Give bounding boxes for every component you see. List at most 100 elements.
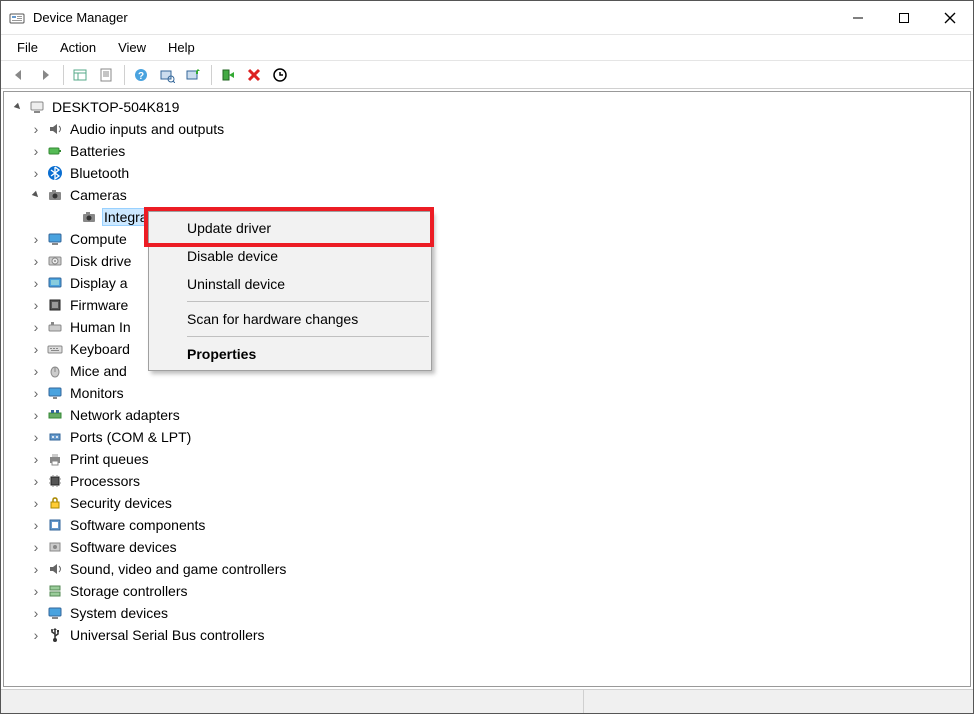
tree-category-sound[interactable]: Sound, video and game controllers: [4, 558, 970, 580]
expander-icon[interactable]: [28, 364, 44, 379]
context-menu: Update driver Disable device Uninstall d…: [148, 211, 432, 371]
expander-icon[interactable]: [28, 408, 44, 423]
toolbar-separator: [63, 65, 64, 85]
expander-icon[interactable]: [28, 166, 44, 181]
tree-node-label: Display a: [68, 274, 130, 292]
toolbar-separator: [124, 65, 125, 85]
sound-icon: [46, 560, 64, 578]
expander-icon[interactable]: [10, 102, 26, 112]
tree-category-software-components[interactable]: Software components: [4, 514, 970, 536]
menu-view[interactable]: View: [108, 37, 156, 58]
expander-icon[interactable]: [28, 320, 44, 335]
expander-icon[interactable]: [28, 518, 44, 533]
scan-hardware-button[interactable]: [155, 63, 179, 87]
tree-category-monitors[interactable]: Monitors: [4, 382, 970, 404]
sw-device-icon: [46, 538, 64, 556]
camera-icon: [46, 186, 64, 204]
status-cell: [584, 690, 973, 713]
expander-icon[interactable]: [28, 540, 44, 555]
device-tree-panel[interactable]: DESKTOP-504K819 Audio inputs and outputs…: [3, 91, 971, 687]
processor-icon: [46, 472, 64, 490]
expander-icon[interactable]: [28, 496, 44, 511]
properties-button[interactable]: [94, 63, 118, 87]
expander-icon[interactable]: [28, 452, 44, 467]
expander-icon[interactable]: [28, 430, 44, 445]
expander-icon[interactable]: [28, 276, 44, 291]
expander-icon[interactable]: [28, 122, 44, 137]
app-icon: [9, 10, 25, 26]
close-button[interactable]: [927, 1, 973, 34]
maximize-button[interactable]: [881, 1, 927, 34]
tree-category-software-devices[interactable]: Software devices: [4, 536, 970, 558]
expander-icon[interactable]: [28, 190, 44, 200]
svg-text:?: ?: [138, 71, 144, 82]
status-cell: [1, 690, 584, 713]
menubar: File Action View Help: [1, 35, 973, 61]
minimize-button[interactable]: [835, 1, 881, 34]
expander-icon[interactable]: [28, 386, 44, 401]
tree-category-security[interactable]: Security devices: [4, 492, 970, 514]
speaker-icon: [46, 120, 64, 138]
uninstall-device-button[interactable]: [242, 63, 266, 87]
context-menu-uninstall-device[interactable]: Uninstall device: [151, 270, 429, 298]
update-driver-button[interactable]: [181, 63, 205, 87]
tree-category-bluetooth[interactable]: Bluetooth: [4, 162, 970, 184]
expander-icon[interactable]: [28, 254, 44, 269]
toolbar-separator: [211, 65, 212, 85]
tree-category-batteries[interactable]: Batteries: [4, 140, 970, 162]
tree-root-row[interactable]: DESKTOP-504K819: [4, 96, 970, 118]
titlebar: Device Manager: [1, 1, 973, 35]
toolbar: ?: [1, 61, 973, 89]
context-menu-update-driver[interactable]: Update driver: [151, 214, 429, 242]
expander-icon[interactable]: [28, 628, 44, 643]
expander-icon[interactable]: [28, 474, 44, 489]
expander-icon[interactable]: [28, 606, 44, 621]
computer-icon: [28, 98, 46, 116]
tree-node-label: Security devices: [68, 494, 174, 512]
tree-node-label: Mice and: [68, 362, 129, 380]
camera-icon: [80, 208, 98, 226]
menu-file[interactable]: File: [7, 37, 48, 58]
tree-node-label: Network adapters: [68, 406, 182, 424]
help-button[interactable]: ?: [129, 63, 153, 87]
storage-icon: [46, 582, 64, 600]
enable-device-button[interactable]: [216, 63, 240, 87]
tree-category-audio[interactable]: Audio inputs and outputs: [4, 118, 970, 140]
context-menu-scan-hardware[interactable]: Scan for hardware changes: [151, 305, 429, 333]
expander-icon[interactable]: [28, 584, 44, 599]
tree-category-network[interactable]: Network adapters: [4, 404, 970, 426]
device-tree: DESKTOP-504K819 Audio inputs and outputs…: [4, 96, 970, 646]
printer-icon: [46, 450, 64, 468]
disable-device-button[interactable]: [268, 63, 292, 87]
tree-node-label: Audio inputs and outputs: [68, 120, 226, 138]
hid-icon: [46, 318, 64, 336]
tree-category-print-queues[interactable]: Print queues: [4, 448, 970, 470]
tree-node-label: Cameras: [68, 186, 129, 204]
tree-category-processors[interactable]: Processors: [4, 470, 970, 492]
back-button[interactable]: [7, 63, 31, 87]
tree-category-usb[interactable]: Universal Serial Bus controllers: [4, 624, 970, 646]
tree-category-storage[interactable]: Storage controllers: [4, 580, 970, 602]
tree-node-label: Batteries: [68, 142, 127, 160]
context-menu-disable-device[interactable]: Disable device: [151, 242, 429, 270]
menu-action[interactable]: Action: [50, 37, 106, 58]
firmware-icon: [46, 296, 64, 314]
tree-category-system[interactable]: System devices: [4, 602, 970, 624]
tree-node-label: Software devices: [68, 538, 179, 556]
expander-icon[interactable]: [28, 562, 44, 577]
menu-help[interactable]: Help: [158, 37, 205, 58]
tree-node-label: Ports (COM & LPT): [68, 428, 193, 446]
expander-icon[interactable]: [28, 144, 44, 159]
tree-category-cameras[interactable]: Cameras: [4, 184, 970, 206]
expander-icon[interactable]: [28, 232, 44, 247]
show-hide-console-tree-button[interactable]: [68, 63, 92, 87]
context-menu-properties[interactable]: Properties: [151, 340, 429, 368]
forward-button[interactable]: [33, 63, 57, 87]
expander-icon[interactable]: [28, 342, 44, 357]
disk-icon: [46, 252, 64, 270]
monitor-icon: [46, 384, 64, 402]
expander-icon[interactable]: [28, 298, 44, 313]
system-icon: [46, 604, 64, 622]
tree-node-label: System devices: [68, 604, 170, 622]
tree-category-ports[interactable]: Ports (COM & LPT): [4, 426, 970, 448]
